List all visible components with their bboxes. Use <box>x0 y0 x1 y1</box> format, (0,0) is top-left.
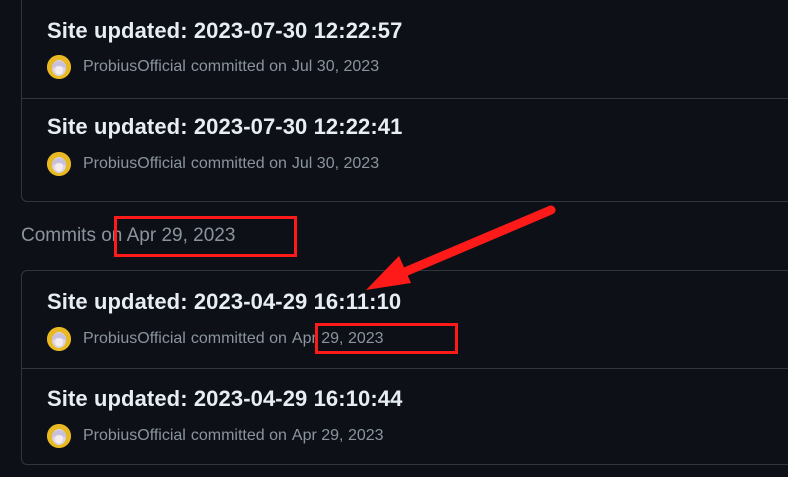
commit-title-link[interactable]: Site updated: 2023-07-30 12:22:57 <box>47 18 402 44</box>
avatar-icon[interactable] <box>47 152 71 176</box>
commit-date: Apr 29, 2023 <box>291 330 384 347</box>
avatar-icon[interactable] <box>47 327 71 351</box>
commit-author-link[interactable]: ProbiusOfficial <box>83 330 186 348</box>
avatar-icon[interactable] <box>47 55 71 79</box>
commit-date: Apr 29, 2023 <box>291 427 384 444</box>
commit-row: Site updated: 2023-07-30 12:22:41 Probiu… <box>22 98 788 195</box>
commit-action-text: committed on <box>190 155 287 172</box>
commit-author-link[interactable]: ProbiusOfficial <box>83 155 186 173</box>
commit-group-heading-prefix: Commits on <box>21 225 123 246</box>
commit-meta: ProbiusOfficial committed on Jul 30, 202… <box>47 55 379 79</box>
commit-group-apr-29: Site updated: 2023-04-29 16:11:10 Probiu… <box>21 270 788 465</box>
commit-author-link[interactable]: ProbiusOfficial <box>83 427 186 445</box>
commit-group-jul-30: Site updated: 2023-07-30 12:22:57 Probiu… <box>21 0 788 202</box>
commit-meta: ProbiusOfficial committed on Apr 29, 202… <box>47 327 384 351</box>
commit-title-link[interactable]: Site updated: 2023-07-30 12:22:41 <box>47 114 402 140</box>
commit-date: Jul 30, 2023 <box>291 155 380 172</box>
commit-meta: ProbiusOfficial committed on Jul 30, 202… <box>47 152 379 176</box>
commit-group-heading-date: Apr 29, 2023 <box>126 225 236 246</box>
commit-row: Site updated: 2023-07-30 12:22:57 Probiu… <box>22 1 788 98</box>
commit-group-heading: Commits on Apr 29, 2023 <box>21 225 235 247</box>
commit-meta: ProbiusOfficial committed on Apr 29, 202… <box>47 424 384 448</box>
commit-row: Site updated: 2023-04-29 16:11:10 Probiu… <box>22 271 788 368</box>
commit-author-link[interactable]: ProbiusOfficial <box>83 58 186 76</box>
commit-title-link[interactable]: Site updated: 2023-04-29 16:10:44 <box>47 386 402 412</box>
commit-action-text: committed on <box>190 330 287 347</box>
commit-action-text: committed on <box>190 58 287 75</box>
avatar-icon[interactable] <box>47 424 71 448</box>
commit-action-text: committed on <box>190 427 287 444</box>
commit-date: Jul 30, 2023 <box>291 58 380 75</box>
commit-row: Site updated: 2023-04-29 16:10:44 Probiu… <box>22 368 788 466</box>
commit-title-link[interactable]: Site updated: 2023-04-29 16:11:10 <box>47 289 401 315</box>
